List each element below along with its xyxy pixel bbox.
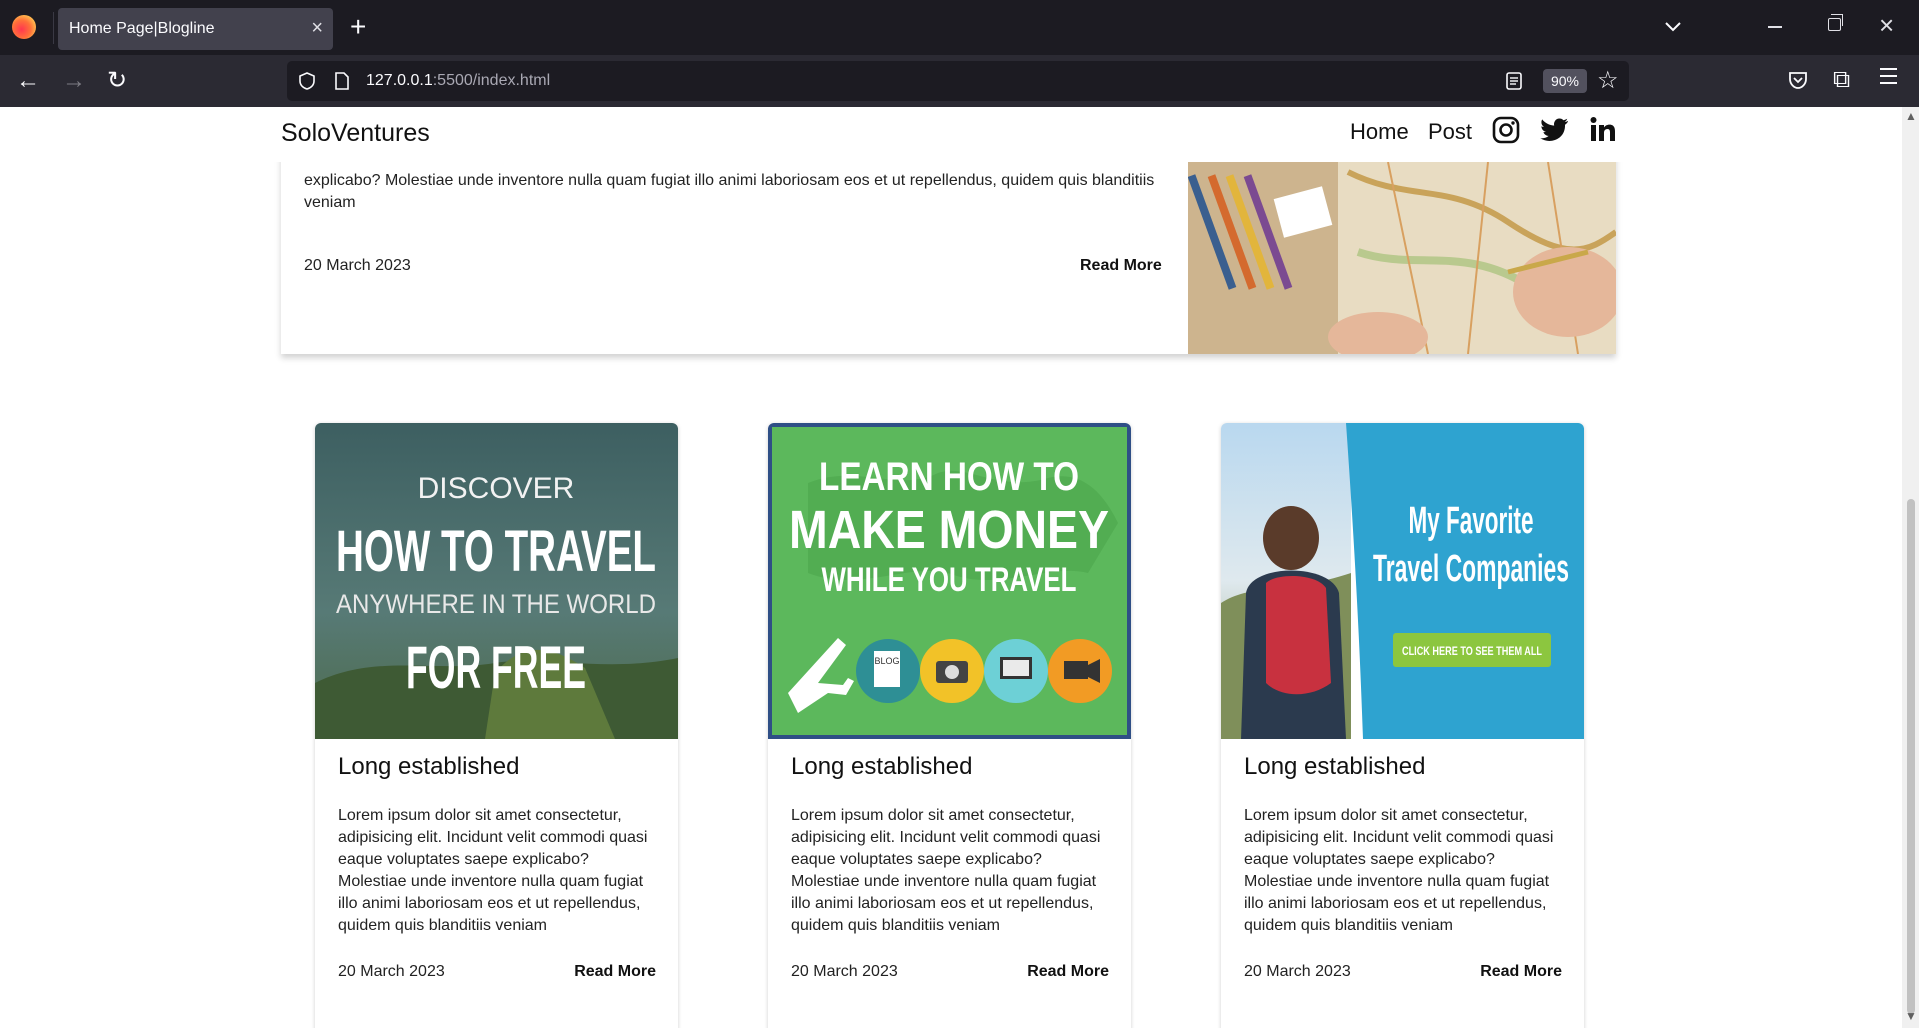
window-minimize-icon[interactable] — [1768, 26, 1782, 28]
window-restore-icon[interactable] — [1828, 14, 1843, 31]
featured-post-image — [1188, 162, 1616, 354]
linkedin-icon[interactable] — [1590, 116, 1616, 144]
card-2-title[interactable]: Long established — [791, 753, 972, 781]
card-1-image[interactable]: DISCOVER HOW TO TRAVEL ANYWHERE IN THE W… — [315, 423, 678, 739]
card-3-title[interactable]: Long established — [1244, 753, 1425, 781]
back-arrow-icon[interactable]: ← — [16, 67, 40, 95]
card-3-cover-graphic: My Favorite Travel Companies CLICK HERE … — [1221, 423, 1584, 739]
card-3-img-line-1: My Favorite — [1409, 500, 1534, 542]
scrollbar-thumb[interactable] — [1907, 499, 1915, 1014]
card-2-img-line-2: MAKE MONEY — [789, 500, 1109, 560]
card-2-cover-graphic: LEARN HOW TO MAKE MONEY WHILE YOU TRAVEL… — [768, 423, 1131, 739]
forward-arrow-icon[interactable]: → — [62, 67, 86, 95]
card-3-image[interactable]: My Favorite Travel Companies CLICK HERE … — [1221, 423, 1584, 739]
nav-link-home[interactable]: Home — [1350, 119, 1409, 145]
blog-card-2[interactable]: LEARN HOW TO MAKE MONEY WHILE YOU TRAVEL… — [768, 423, 1131, 1028]
nav-link-post[interactable]: Post — [1428, 119, 1472, 145]
card-2-blog-label: BLOG — [874, 656, 899, 666]
card-1-img-line-1: DISCOVER — [418, 472, 575, 505]
tab-title: Home Page|Blogline — [69, 20, 215, 37]
scroll-down-arrow-icon[interactable]: ▼ — [1905, 1009, 1917, 1023]
browser-toolbar: ← → ↻ 127.0.0.1:5500/index.html 90% ☆ ⧉ — [0, 55, 1919, 107]
blog-card-1[interactable]: DISCOVER HOW TO TRAVEL ANYWHERE IN THE W… — [315, 423, 678, 1028]
tab-separator — [53, 12, 54, 44]
featured-post-date: 20 March 2023 — [304, 257, 411, 274]
card-3-read-more-link[interactable]: Read More — [1480, 963, 1562, 981]
browser-tab-active[interactable]: Home Page|Blogline × — [58, 8, 333, 50]
card-2-img-line-1: LEARN HOW TO — [819, 455, 1079, 499]
bookmark-star-icon[interactable]: ☆ — [1597, 67, 1619, 95]
window-close-icon[interactable]: × — [1879, 12, 1894, 38]
travel-map-image — [1188, 162, 1616, 354]
browser-tab-bar: Home Page|Blogline × + × — [0, 0, 1919, 55]
card-3-date: 20 March 2023 — [1244, 963, 1351, 980]
card-2-excerpt: Lorem ipsum dolor sit amet consectetur, … — [791, 807, 1101, 934]
card-1-excerpt: Lorem ipsum dolor sit amet consectetur, … — [338, 807, 648, 934]
url-path: :5500/index.html — [432, 72, 551, 89]
blog-card-3[interactable]: My Favorite Travel Companies CLICK HERE … — [1221, 423, 1584, 1028]
instagram-icon[interactable] — [1492, 116, 1520, 144]
url-host: 127.0.0.1 — [366, 72, 433, 89]
hamburger-menu-icon[interactable] — [1880, 68, 1897, 89]
card-2-img-line-3: WHILE YOU TRAVEL — [822, 561, 1077, 599]
twitter-icon[interactable] — [1540, 116, 1570, 144]
card-2-read-more-link[interactable]: Read More — [1027, 963, 1109, 981]
page-info-icon[interactable] — [333, 71, 351, 91]
address-bar[interactable]: 127.0.0.1:5500/index.html 90% ☆ — [287, 61, 1629, 101]
card-1-img-line-4: FOR FREE — [406, 634, 586, 701]
scroll-up-arrow-icon[interactable]: ▲ — [1905, 109, 1917, 123]
url-text[interactable]: 127.0.0.1:5500/index.html — [366, 72, 550, 90]
new-tab-icon[interactable]: + — [350, 12, 366, 42]
firefox-logo-icon — [12, 15, 36, 39]
card-3-img-cta: CLICK HERE TO SEE THEM ALL — [1402, 644, 1542, 658]
card-1-img-line-2: HOW TO TRAVEL — [336, 519, 656, 584]
card-1-cover-graphic: DISCOVER HOW TO TRAVEL ANYWHERE IN THE W… — [315, 423, 678, 739]
shield-icon[interactable] — [297, 71, 317, 91]
reader-view-icon[interactable] — [1505, 71, 1523, 91]
site-header: SoloVentures Home Post — [0, 107, 1902, 162]
card-3-excerpt: Lorem ipsum dolor sit amet consectetur, … — [1244, 807, 1554, 934]
card-1-img-line-3: ANYWHERE IN THE WORLD — [336, 589, 656, 619]
tab-close-icon[interactable]: × — [311, 17, 323, 39]
pocket-icon[interactable] — [1787, 69, 1809, 91]
page-viewport: explicabo? Molestiae unde inventore null… — [0, 107, 1902, 1028]
page-scrollbar[interactable]: ▲ ▼ — [1902, 107, 1919, 1028]
tab-list-chevron-icon[interactable] — [1664, 13, 1682, 41]
site-brand-logo[interactable]: SoloVentures — [281, 119, 430, 148]
card-2-date: 20 March 2023 — [791, 963, 898, 980]
card-1-title[interactable]: Long established — [338, 753, 519, 781]
featured-read-more-link[interactable]: Read More — [1080, 257, 1162, 275]
card-2-image[interactable]: LEARN HOW TO MAKE MONEY WHILE YOU TRAVEL… — [768, 423, 1131, 739]
reload-icon[interactable]: ↻ — [107, 67, 127, 95]
card-1-read-more-link[interactable]: Read More — [574, 963, 656, 981]
card-3-img-line-2: Travel Companies — [1373, 548, 1569, 590]
extensions-icon[interactable]: ⧉ — [1833, 67, 1850, 93]
card-1-date: 20 March 2023 — [338, 963, 445, 980]
zoom-level-badge[interactable]: 90% — [1543, 69, 1587, 93]
featured-post-excerpt: explicabo? Molestiae unde inventore null… — [304, 172, 1155, 211]
